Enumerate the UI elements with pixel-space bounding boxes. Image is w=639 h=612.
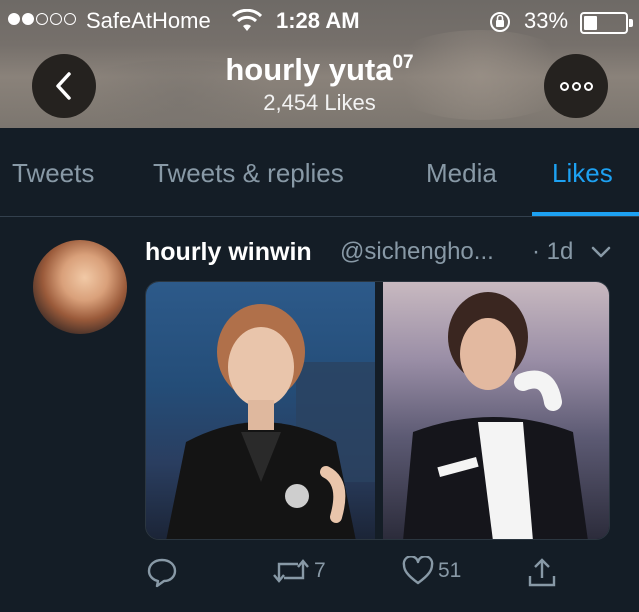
signal-strength-icon xyxy=(8,13,76,25)
reply-button[interactable] xyxy=(146,556,178,588)
profile-name: hourly yuta xyxy=(225,52,393,87)
clock: 1:28 AM xyxy=(276,8,360,33)
tab-media[interactable]: Media xyxy=(426,158,497,189)
share-icon xyxy=(528,558,556,587)
tweet-media[interactable] xyxy=(145,281,610,540)
profile-header: SafeAtHome 1:28 AM 33% hourly yuta07 2,4… xyxy=(0,0,639,128)
profile-name-superscript: 07 xyxy=(392,52,414,73)
battery-percentage: 33% xyxy=(524,8,569,33)
tweet-author-name[interactable]: hourly winwin xyxy=(145,238,312,267)
tweet-author-handle: @sichengho... xyxy=(340,238,494,265)
tweet-photo-1[interactable] xyxy=(146,282,375,539)
profile-tabs: Tweets Tweets & replies Media Likes xyxy=(0,128,639,217)
battery-fill xyxy=(584,16,597,30)
tab-tweets[interactable]: Tweets xyxy=(12,158,94,189)
active-tab-indicator xyxy=(532,212,639,216)
retweet-icon xyxy=(273,559,309,583)
tab-likes[interactable]: Likes xyxy=(552,158,613,189)
retweet-button[interactable]: 7 xyxy=(272,556,326,586)
carrier-name: SafeAtHome xyxy=(86,8,211,33)
rotation-lock-icon xyxy=(488,10,512,40)
like-count: 51 xyxy=(438,559,462,582)
avatar[interactable] xyxy=(33,240,127,334)
wifi-icon xyxy=(231,8,263,39)
likes-count: 2,454 Likes xyxy=(263,90,376,115)
retweet-count: 7 xyxy=(314,559,326,582)
reply-icon xyxy=(147,558,177,588)
more-horizontal-icon xyxy=(559,81,593,91)
share-button[interactable] xyxy=(527,556,557,588)
like-button[interactable]: 51 xyxy=(402,556,461,586)
battery-icon xyxy=(580,12,633,34)
chevron-down-icon[interactable] xyxy=(590,244,612,265)
status-bar: SafeAtHome 1:28 AM 33% xyxy=(0,6,639,38)
heart-icon xyxy=(402,556,434,585)
more-options-button[interactable] xyxy=(544,54,608,118)
tweet-actions: 7 51 xyxy=(0,556,639,596)
tweet-photo-2[interactable] xyxy=(383,282,609,539)
tweet-timestamp: · 1d xyxy=(532,238,574,265)
tab-tweets-and-replies[interactable]: Tweets & replies xyxy=(153,158,344,189)
